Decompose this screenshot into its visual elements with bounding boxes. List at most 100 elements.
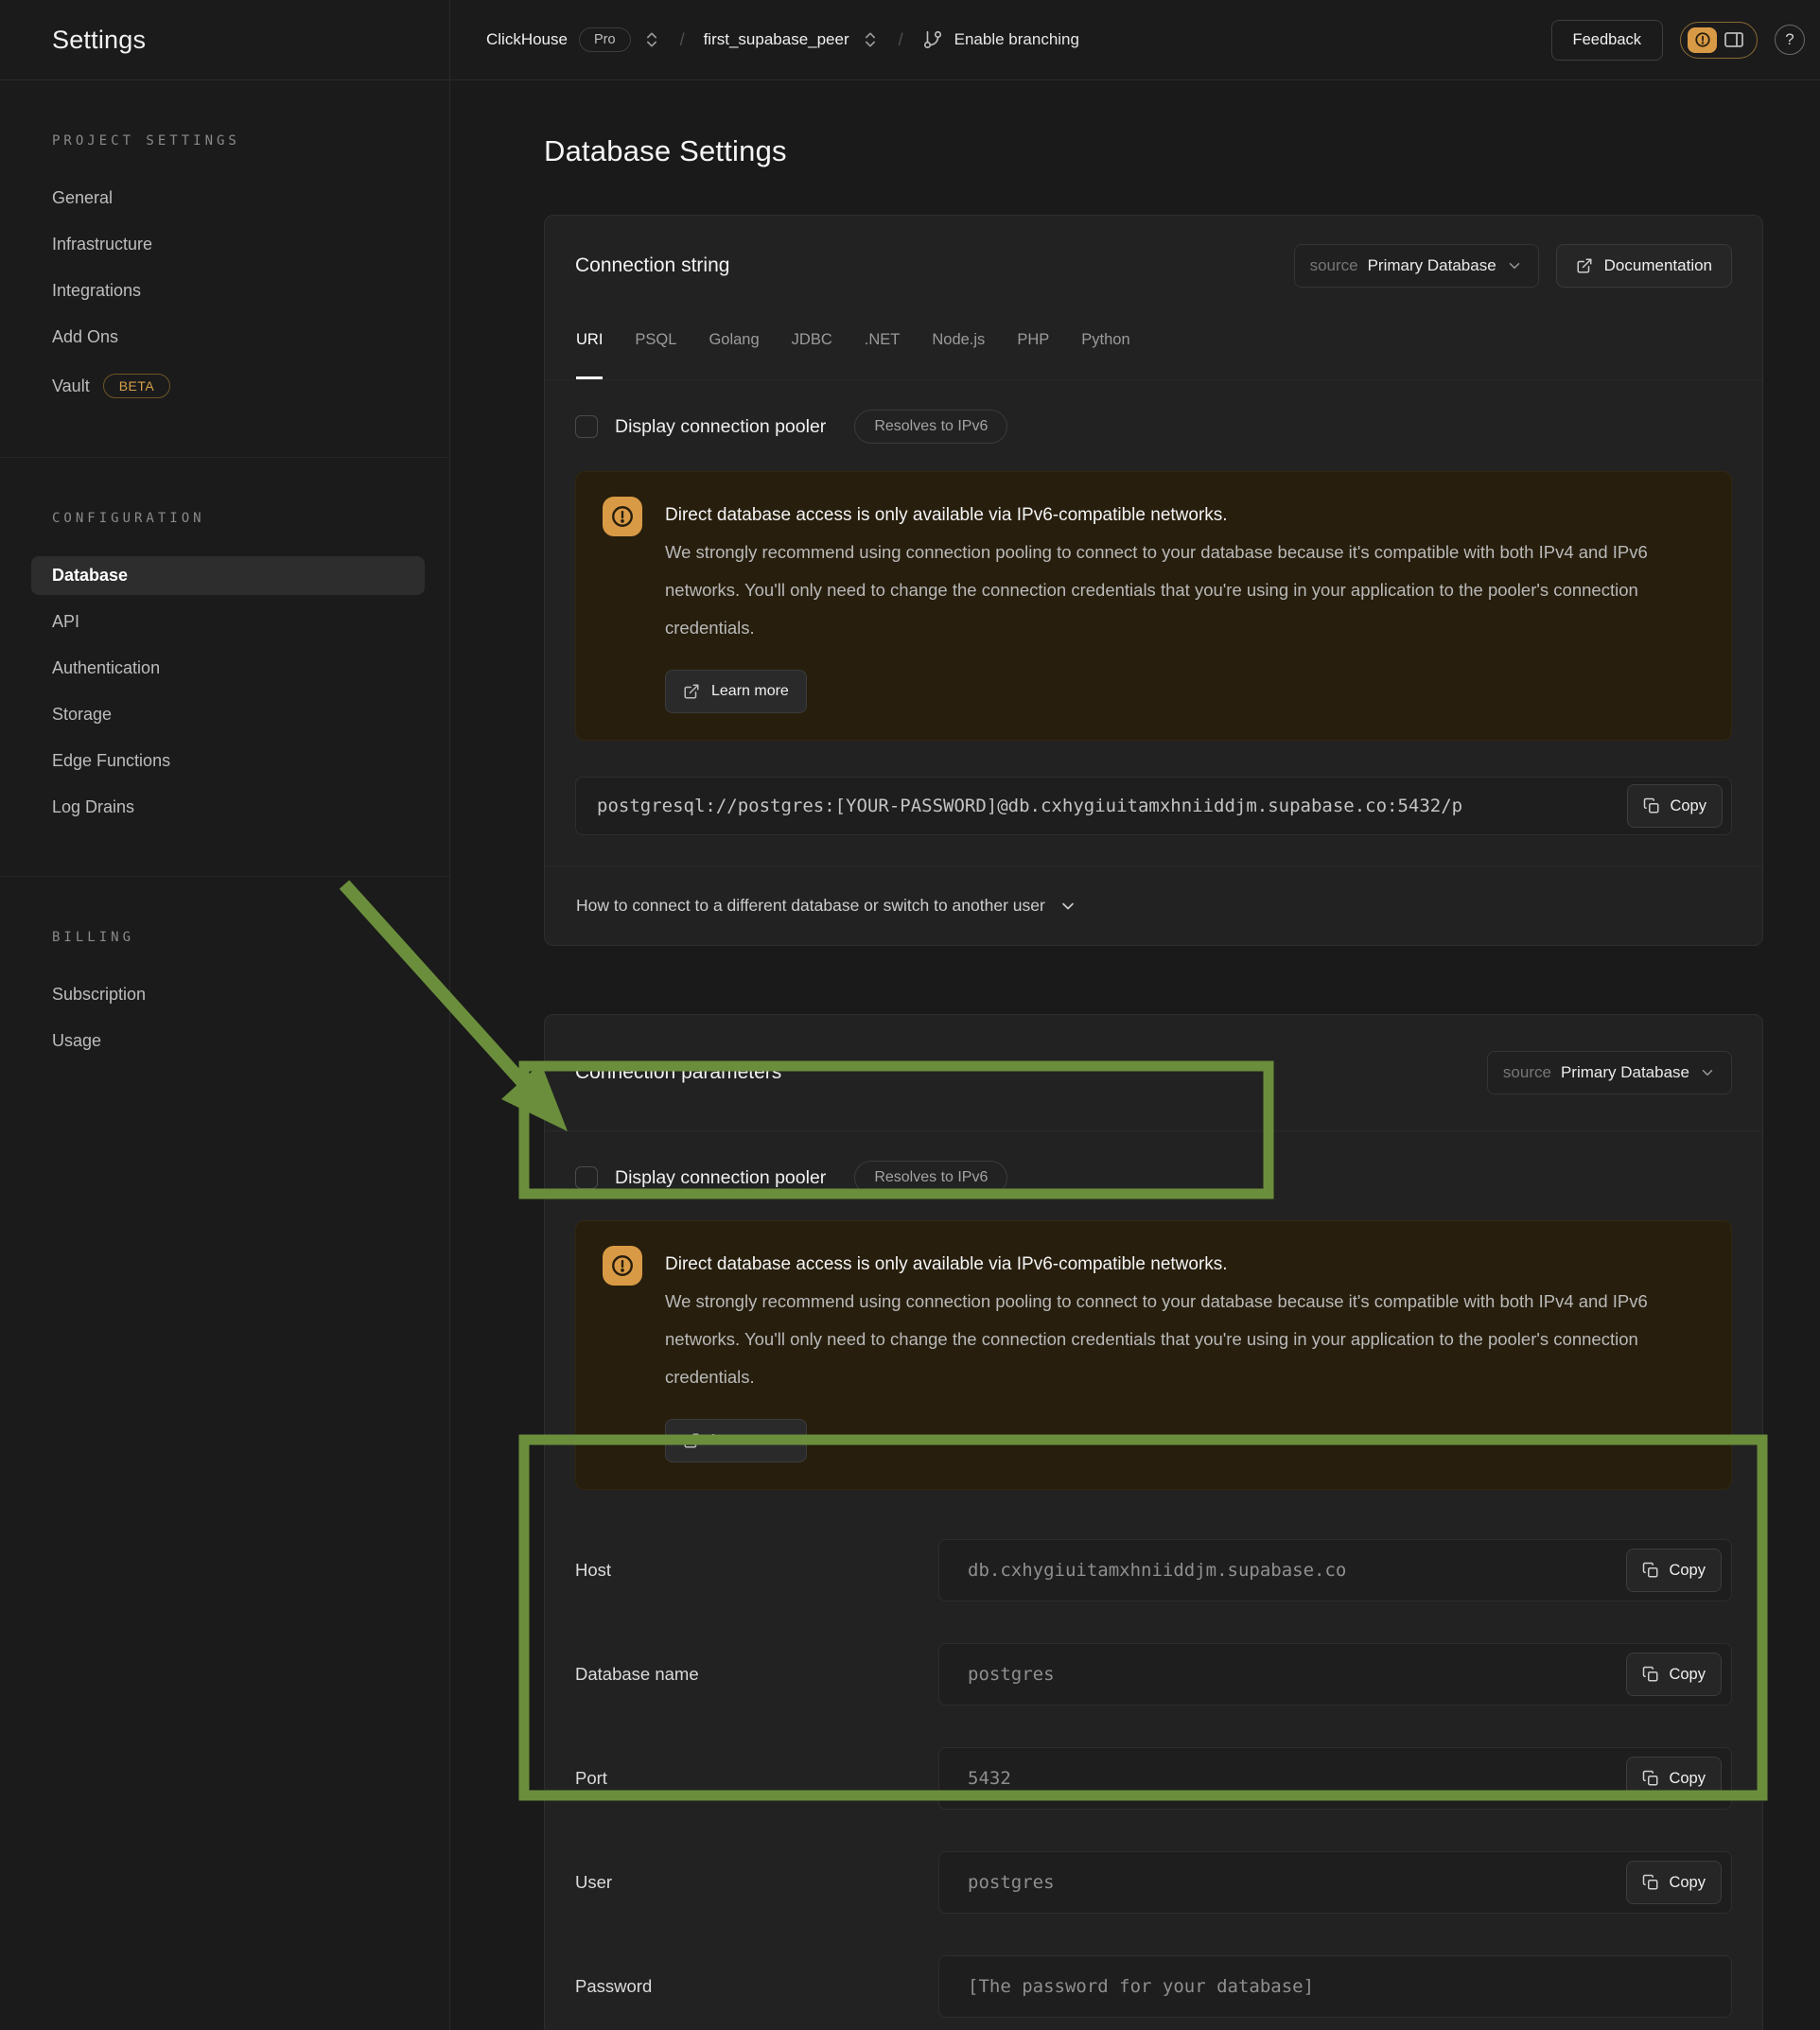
alert-icon [1688,27,1717,53]
ipv6-notice: Direct database access is only available… [575,471,1732,741]
field-row-host: Host db.cxhygiuitamxhniiddjm.supabase.co… [575,1539,1732,1601]
sidebar-item-usage[interactable]: Usage [31,1022,425,1060]
field-row-port: Port 5432 Copy [575,1747,1732,1810]
connection-string-title: Connection string [575,254,729,277]
password-label: Password [575,1976,938,1997]
user-input[interactable]: postgres Copy [938,1851,1732,1914]
top-bar: ClickHouse Pro / first_supabase_peer / E… [450,0,1820,80]
display-connection-pooler-label[interactable]: Display connection pooler [615,1167,826,1189]
sidebar-item-general[interactable]: General [31,179,425,218]
notice-title: Direct database access is only available… [665,1251,1672,1279]
connection-parameters-title: Connection parameters [575,1061,781,1084]
tab-python[interactable]: Python [1081,301,1129,379]
section-heading-project-settings: PROJECT SETTINGS [52,133,425,149]
password-value: [The password for your database] [968,1976,1722,1997]
display-connection-pooler-label[interactable]: Display connection pooler [615,416,826,438]
user-label: User [575,1872,938,1893]
sidebar-item-storage[interactable]: Storage [31,695,425,734]
documentation-label: Documentation [1604,256,1712,275]
copy-user-button[interactable]: Copy [1626,1861,1722,1904]
tab-nodejs[interactable]: Node.js [932,301,985,379]
copy-icon [1642,1562,1659,1579]
database-name-input[interactable]: postgres Copy [938,1643,1732,1706]
source-select[interactable]: source Primary Database [1294,244,1539,288]
sidebar-item-add-ons[interactable]: Add Ons [31,318,425,357]
tab-psql[interactable]: PSQL [635,301,676,379]
topbar-actions: Feedback ? [1551,20,1805,61]
connection-parameters-header: Connection parameters source Primary Dat… [545,1015,1762,1131]
port-input[interactable]: 5432 Copy [938,1747,1732,1810]
copy-port-button[interactable]: Copy [1626,1757,1722,1800]
chevron-down-icon [1699,1064,1716,1081]
sidebar-title: Settings [52,26,146,55]
sidebar-item-vault[interactable]: VaultBETA [31,364,425,408]
sidebar-item-subscription[interactable]: Subscription [31,975,425,1014]
section-heading-configuration: CONFIGURATION [52,511,425,526]
help-button[interactable]: ? [1775,25,1805,55]
main-content: Database Settings Connection string sour… [450,80,1820,2030]
learn-more-button[interactable]: Learn more [665,1419,807,1462]
port-label: Port [575,1768,938,1789]
host-label: Host [575,1560,938,1581]
feedback-button[interactable]: Feedback [1551,20,1663,61]
source-select-value: Primary Database [1368,256,1496,275]
connection-string-value: postgresql://postgres:[YOUR-PASSWORD]@db… [597,796,1627,816]
external-link-icon [1576,257,1593,274]
copy-label: Copy [1669,1666,1706,1684]
copy-label: Copy [1669,1562,1706,1580]
learn-more-button[interactable]: Learn more [665,670,807,713]
copy-icon [1642,1770,1659,1787]
enable-branching-button[interactable]: Enable branching [922,29,1079,50]
sidebar-item-integrations[interactable]: Integrations [31,271,425,310]
host-input[interactable]: db.cxhygiuitamxhniiddjm.supabase.co Copy [938,1539,1732,1601]
connection-string-actions: source Primary Database Documentation [1294,244,1732,288]
project-selector[interactable]: first_supabase_peer [704,30,880,49]
tab-dotnet[interactable]: .NET [865,301,901,379]
pooler-row: Display connection pooler Resolves to IP… [575,1162,1732,1194]
connection-string-input[interactable]: postgresql://postgres:[YOUR-PASSWORD]@db… [575,777,1732,835]
copy-database-name-button[interactable]: Copy [1626,1653,1722,1696]
user-value: postgres [968,1872,1626,1893]
breadcrumb-separator: / [676,30,689,50]
tab-golang[interactable]: Golang [709,301,759,379]
settings-sidebar: Settings PROJECT SETTINGS General Infras… [0,0,450,2030]
source-select-value: Primary Database [1561,1063,1689,1082]
sidebar-item-database[interactable]: Database [31,556,425,595]
display-connection-pooler-checkbox[interactable] [575,1166,598,1189]
documentation-button[interactable]: Documentation [1556,244,1732,288]
sidebar-item-edge-functions[interactable]: Edge Functions [31,742,425,780]
connection-string-tabs: URI PSQL Golang JDBC .NET Node.js PHP Py… [545,301,1762,380]
sidebar-item-api[interactable]: API [31,603,425,641]
page-title: Database Settings [544,133,1763,169]
sidebar-item-log-drains[interactable]: Log Drains [31,788,425,827]
sidebar-section-billing: BILLING Subscription Usage [0,876,449,1110]
org-selector[interactable]: ClickHouse Pro [486,27,661,52]
display-connection-pooler-checkbox[interactable] [575,415,598,438]
connection-string-header: Connection string source Primary Databas… [545,216,1762,301]
tab-uri[interactable]: URI [576,301,603,379]
sidebar-item-authentication[interactable]: Authentication [31,649,425,688]
notifications-button[interactable] [1680,22,1758,59]
tab-php[interactable]: PHP [1017,301,1049,379]
warning-icon [603,1246,642,1286]
chevron-down-icon [1506,257,1523,274]
database-name-value: postgres [968,1664,1626,1685]
plan-badge: Pro [579,27,631,52]
copy-host-button[interactable]: Copy [1626,1549,1722,1592]
connection-help-expander[interactable]: How to connect to a different database o… [545,866,1762,945]
connection-help-text: How to connect to a different database o… [576,896,1045,916]
external-link-icon [683,1432,700,1449]
git-branch-icon [922,29,943,50]
breadcrumb: ClickHouse Pro / first_supabase_peer / E… [486,27,1079,52]
tab-jdbc[interactable]: JDBC [792,301,832,379]
copy-icon [1643,797,1660,814]
copy-connection-string-button[interactable]: Copy [1627,784,1723,828]
sidebar-item-infrastructure[interactable]: Infrastructure [31,225,425,264]
source-select[interactable]: source Primary Database [1487,1051,1732,1094]
beta-badge: BETA [103,374,171,398]
password-input[interactable]: [The password for your database] [938,1955,1732,2018]
sidebar-section-project-settings: PROJECT SETTINGS General Infrastructure … [0,80,449,457]
copy-label: Copy [1670,797,1706,815]
external-link-icon [683,683,700,700]
host-value: db.cxhygiuitamxhniiddjm.supabase.co [968,1560,1626,1581]
